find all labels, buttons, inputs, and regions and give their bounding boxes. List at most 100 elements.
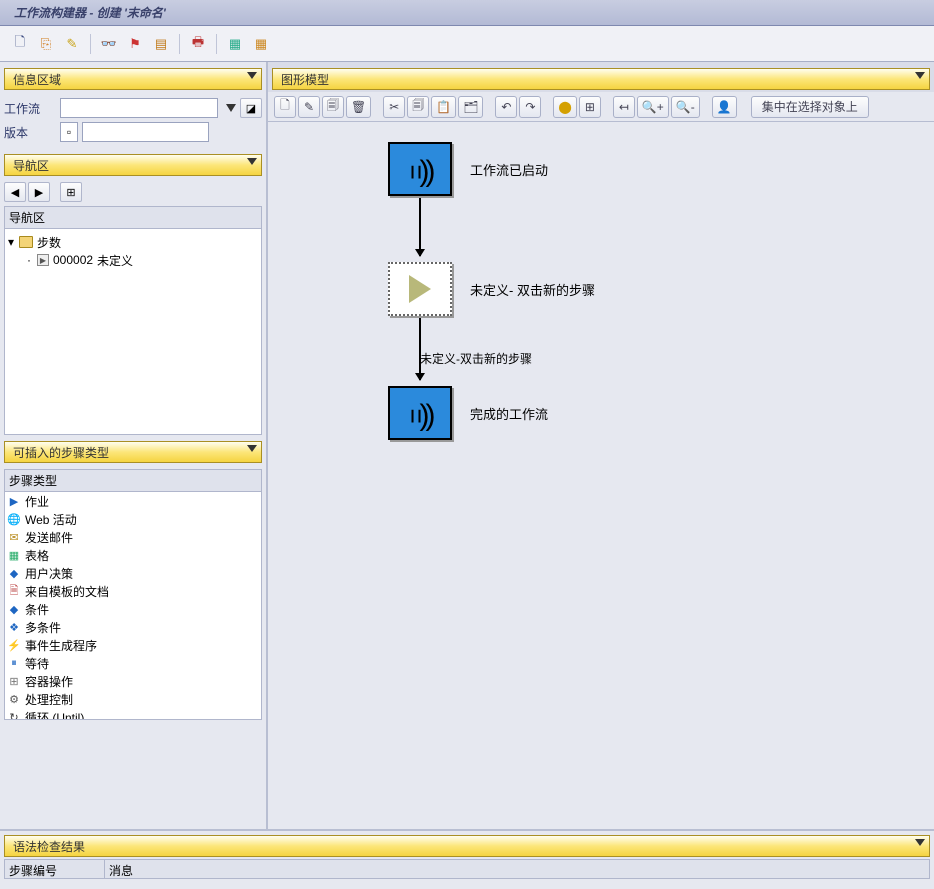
steptype-item[interactable]: ▦表格 — [5, 546, 261, 564]
folder-icon — [19, 236, 33, 248]
window-title: 工作流构建器 - 创建 '末命名' — [14, 4, 166, 21]
content-area: 信息区域 工作流 ◪ 版本 ▫ 导航区 ◀ ▶ ⊞ 导航 — [0, 62, 934, 829]
version-label: 版本 — [4, 124, 56, 141]
clip-button[interactable]: 🗂 — [458, 96, 483, 118]
undo-button[interactable]: ↶ — [495, 96, 517, 118]
steptype-label: 条件 — [25, 601, 49, 618]
properties-button[interactable]: 🗐 — [322, 96, 344, 118]
steptype-item[interactable]: 🗎来自模板的文档 — [5, 582, 261, 600]
end-node-box[interactable]: ᱿)) — [388, 386, 452, 440]
steptype-item[interactable]: ⏸等待 — [5, 654, 261, 672]
steptype-icon: ⚡ — [7, 638, 21, 652]
steptype-label: 作业 — [25, 493, 49, 510]
flag-icon[interactable]: ⚑ — [123, 32, 147, 56]
nav-panel-title: 导航区 — [13, 157, 49, 174]
copy-icon[interactable]: ⎘ — [34, 32, 58, 56]
undefined-node-box[interactable] — [388, 262, 452, 316]
grid-icon[interactable]: ▦ — [223, 32, 247, 56]
steptype-icon: ✉ — [7, 530, 21, 544]
start-node[interactable]: ᱿)) 工作流已启动 — [388, 142, 548, 196]
undefined-node[interactable]: 未定义- 双击新的步骤 — [388, 262, 595, 316]
paste-button[interactable]: 📋 — [431, 96, 456, 118]
steptype-label: 多条件 — [25, 619, 61, 636]
zoom-in-button[interactable]: 🔍+ — [637, 96, 669, 118]
steptypes-panel-title: 可插入的步骤类型 — [13, 444, 109, 461]
steptype-icon: ◆ — [7, 602, 21, 616]
graph-panel-title: 图形模型 — [281, 71, 329, 88]
dropdown-icon[interactable] — [226, 104, 236, 112]
steptype-item[interactable]: ⚡事件生成程序 — [5, 636, 261, 654]
tree-leaf-row[interactable]: · ▶ 000002 未定义 — [7, 251, 259, 269]
syntax-panel-header[interactable]: 语法检查结果 — [4, 835, 930, 857]
steptype-item[interactable]: ⊞容器操作 — [5, 672, 261, 690]
tree-root-row[interactable]: ▾ 步数 — [7, 233, 259, 251]
tree-caret-icon[interactable]: ▾ — [7, 235, 15, 249]
nav-back-button[interactable]: ◀ — [4, 182, 26, 202]
nav-tree-button[interactable]: ⊞ — [60, 182, 82, 202]
tree-root-label: 步数 — [37, 234, 61, 251]
mode-button[interactable]: ⬤ — [553, 96, 576, 118]
focus-selection-button[interactable]: 集中在选择对象上 — [751, 96, 869, 118]
steptype-label: 来自模板的文档 — [25, 583, 109, 600]
steptype-item[interactable]: ◆用户决策 — [5, 564, 261, 582]
zoom-out-button[interactable]: 🔍- — [671, 96, 700, 118]
steptype-label: Web 活动 — [25, 511, 77, 528]
user-button[interactable]: 👤 — [712, 96, 737, 118]
steptype-icon: ❖ — [7, 620, 21, 634]
collapse-icon[interactable] — [915, 72, 925, 79]
right-column: 图形模型 🗋 ✎ 🗐 🗑 ✂ 🗐 📋 🗂 ↶ ↷ ⬤ ⊞ ↤ 🔍+ 🔍- 👤 — [268, 62, 934, 829]
steptypes-panel-header[interactable]: 可插入的步骤类型 — [4, 441, 262, 463]
start-node-box[interactable]: ᱿)) — [388, 142, 452, 196]
redo-button[interactable]: ↷ — [519, 96, 541, 118]
steptype-item[interactable]: ✉ 发送邮件 — [5, 528, 261, 546]
workflow-input[interactable] — [60, 98, 218, 118]
nav-panel-header[interactable]: 导航区 — [4, 154, 262, 176]
steptype-item[interactable]: ❖ 多条件 — [5, 618, 261, 636]
steptype-item[interactable]: ▶作业 — [5, 492, 261, 510]
nav-toolbar: ◀ ▶ ⊞ — [0, 178, 266, 206]
layout-button[interactable]: ⊞ — [579, 96, 601, 118]
steptype-item[interactable]: ⚙处理控制 — [5, 690, 261, 708]
collapse-icon[interactable] — [915, 839, 925, 846]
steptype-item[interactable]: ◆ 条件 — [5, 600, 261, 618]
sound-icon: ᱿)) — [408, 149, 431, 190]
play-icon — [409, 275, 431, 303]
version-input[interactable] — [82, 122, 209, 142]
delete-button[interactable]: 🗑 — [346, 96, 371, 118]
collapse-icon[interactable] — [247, 72, 257, 79]
new-node-button[interactable]: 🗋 — [274, 96, 296, 118]
workflow-lookup-button[interactable]: ◪ — [240, 98, 262, 118]
col-message: 消息 — [105, 860, 929, 878]
version-checkbox[interactable]: ▫ — [60, 122, 78, 142]
arrow-down-icon — [419, 198, 421, 256]
edit-button[interactable]: ✎ — [298, 96, 320, 118]
copy-button[interactable]: 🗐 — [407, 96, 429, 118]
print-icon[interactable]: 🖶 — [186, 32, 210, 56]
nav-tree[interactable]: ▾ 步数 · ▶ 000002 未定义 — [4, 229, 262, 435]
info-fields: 工作流 ◪ 版本 ▫ — [0, 92, 266, 148]
workflow-canvas[interactable]: ᱿)) 工作流已启动 未定义- 双击新的步骤 未定义-双击新的步骤 ᱿)) 完成… — [268, 122, 934, 829]
wand-icon[interactable]: ✎ — [60, 32, 84, 56]
sound-icon: ᱿)) — [408, 393, 431, 434]
collapse-icon[interactable] — [247, 158, 257, 165]
graph-panel-header[interactable]: 图形模型 — [272, 68, 930, 90]
collapse-icon[interactable] — [247, 445, 257, 452]
steptypes-list[interactable]: ▶作业🌐Web 活动 ✉ 发送邮件▦表格◆用户决策🗎来自模板的文档 ◆ 条件 ❖ 多条件⚡事… — [4, 492, 262, 720]
syntax-result-grid: 步骤编号 消息 — [4, 859, 930, 879]
info-panel-header[interactable]: 信息区域 — [4, 68, 262, 90]
syntax-panel-title: 语法检查结果 — [13, 838, 85, 855]
nav-fwd-button[interactable]: ▶ — [28, 182, 50, 202]
steptype-item[interactable]: 🌐Web 活动 — [5, 510, 261, 528]
align-button[interactable]: ↤ — [613, 96, 635, 118]
graph-toolbar: 🗋 ✎ 🗐 🗑 ✂ 🗐 📋 🗂 ↶ ↷ ⬤ ⊞ ↤ 🔍+ 🔍- 👤 集中在选择对… — [268, 92, 934, 122]
steptype-label: 发送邮件 — [25, 529, 73, 546]
grid2-icon[interactable]: ▦ — [249, 32, 273, 56]
start-node-label: 工作流已启动 — [470, 160, 548, 179]
steptype-item[interactable]: ↻循环 (Until) — [5, 708, 261, 720]
steptype-icon: ⚙ — [7, 692, 21, 706]
cut-button[interactable]: ✂ — [383, 96, 405, 118]
new-icon[interactable]: 🗋 — [8, 32, 32, 56]
glasses-icon[interactable]: 👓 — [97, 32, 121, 56]
end-node[interactable]: ᱿)) 完成的工作流 — [388, 386, 548, 440]
props-icon[interactable]: ▤ — [149, 32, 173, 56]
